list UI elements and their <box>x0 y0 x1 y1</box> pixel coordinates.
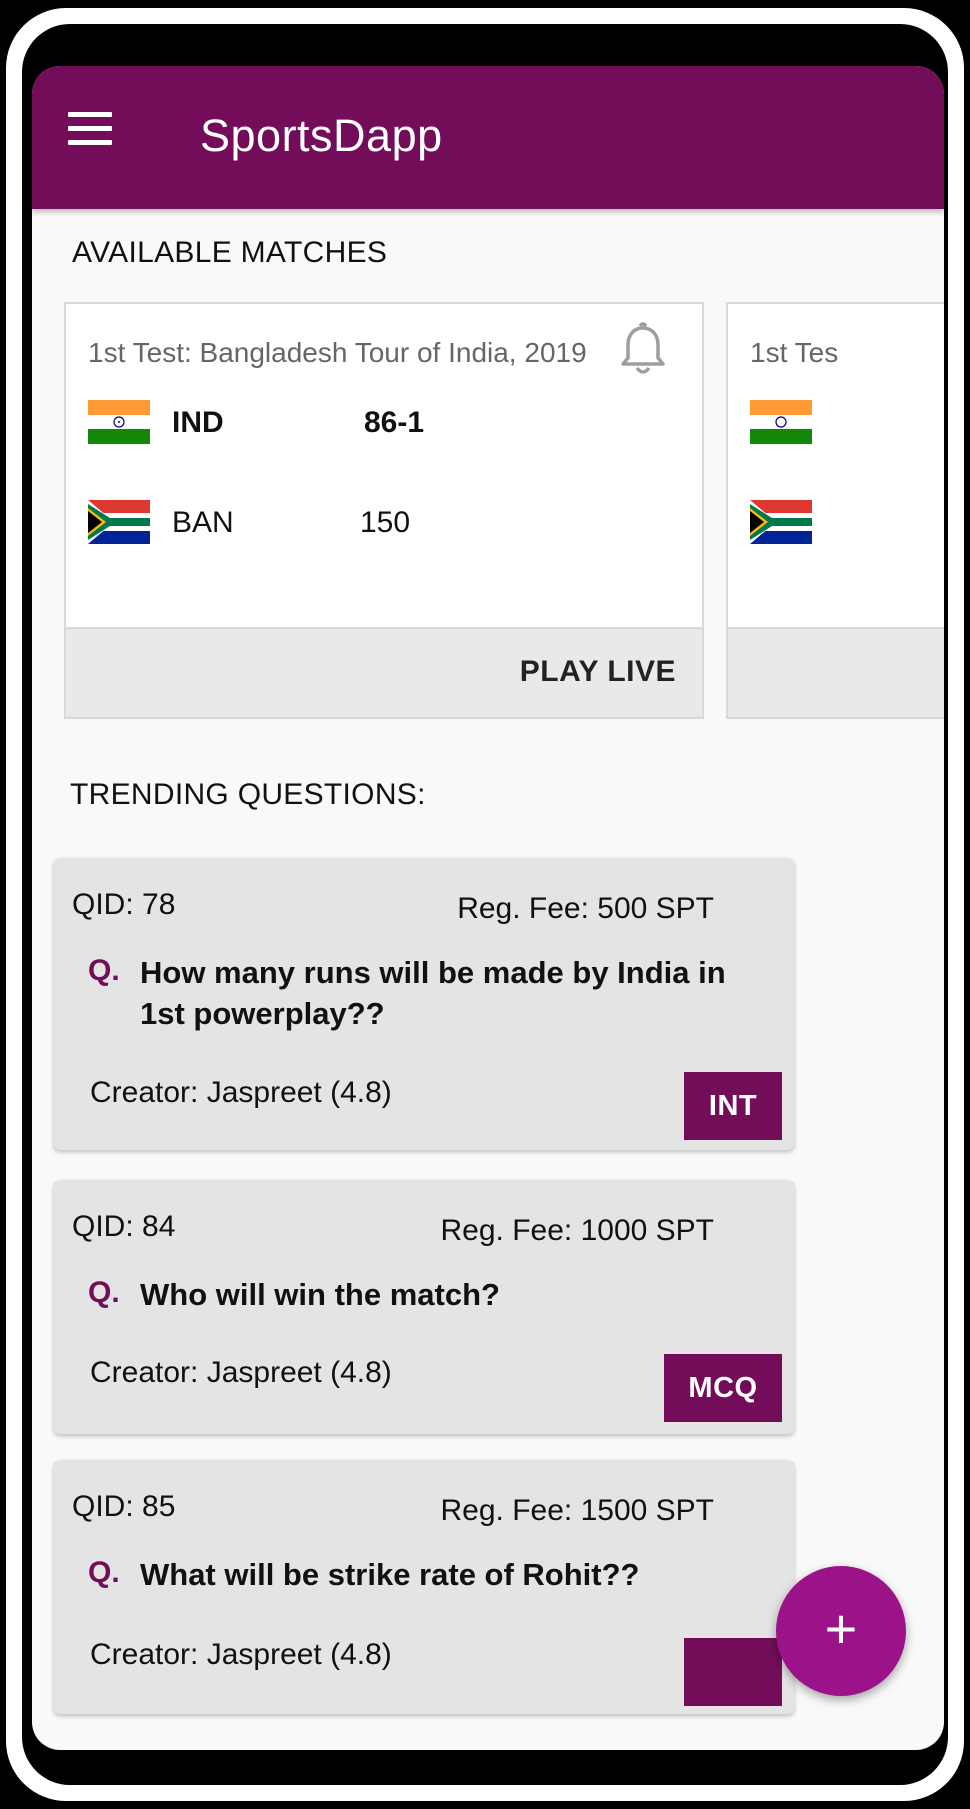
team-score: 86-1 <box>364 406 425 439</box>
india-flag-icon <box>750 400 812 444</box>
match-card[interactable]: 1st Tes <box>726 302 944 719</box>
team-score: 150 <box>360 506 411 539</box>
question-text: Who will win the match? <box>140 1277 500 1312</box>
question-id: QID: 78 <box>72 888 176 921</box>
team-row <box>750 494 944 554</box>
team-name: IND <box>172 406 224 439</box>
question-type-badge[interactable]: MCQ <box>664 1354 782 1422</box>
match-title: 1st Tes <box>750 337 839 368</box>
south-africa-flag-icon <box>750 500 812 544</box>
india-flag-icon <box>88 400 150 444</box>
hamburger-menu-icon[interactable] <box>68 112 112 146</box>
play-live-button[interactable]: PLAY LIVE <box>520 655 676 689</box>
question-card[interactable]: QID: 85 Reg. Fee: 1500 SPT Q. What will … <box>54 1460 794 1714</box>
question-type-badge[interactable] <box>684 1638 782 1706</box>
question-creator: Creator: Jaspreet (4.8) <box>90 1076 392 1109</box>
question-type-badge[interactable]: INT <box>684 1072 782 1140</box>
team-row-ban: BAN 150 <box>88 494 668 554</box>
question-prefix: Q. <box>88 1556 120 1589</box>
available-matches-heading: AVAILABLE MATCHES <box>72 236 388 269</box>
question-prefix: Q. <box>88 954 120 987</box>
question-creator: Creator: Jaspreet (4.8) <box>90 1638 392 1671</box>
menu-line <box>68 112 112 117</box>
question-id: QID: 85 <box>72 1490 176 1523</box>
question-card[interactable]: QID: 84 Reg. Fee: 1000 SPT Q. Who will w… <box>54 1180 794 1434</box>
match-title: 1st Test: Bangladesh Tour of India, 2019 <box>88 337 587 368</box>
team-row-ind: IND 86-1 <box>88 394 668 454</box>
trending-questions-heading: TRENDING QUESTIONS: <box>70 778 426 811</box>
question-prefix: Q. <box>88 1276 120 1309</box>
south-africa-flag-icon <box>88 500 150 544</box>
match-card[interactable]: 1st Test: Bangladesh Tour of India, 2019… <box>64 302 704 719</box>
add-question-fab[interactable]: + <box>776 1566 906 1696</box>
match-card-footer <box>728 627 944 717</box>
menu-line <box>68 126 112 131</box>
plus-icon: + <box>824 1597 858 1660</box>
match-card-footer: PLAY LIVE <box>66 627 702 717</box>
question-text: What will be strike rate of Rohit?? <box>140 1557 640 1592</box>
question-id: QID: 84 <box>72 1210 176 1243</box>
app-screen: SportsDapp AVAILABLE MATCHES 1st Test: B… <box>32 66 944 1750</box>
notification-bell-icon[interactable] <box>618 322 668 378</box>
team-name: BAN <box>172 506 234 539</box>
registration-fee: Reg. Fee: 1500 SPT <box>440 1494 715 1527</box>
team-row <box>750 394 944 454</box>
question-card[interactable]: QID: 78 Reg. Fee: 500 SPT Q. How many ru… <box>54 858 794 1150</box>
registration-fee: Reg. Fee: 500 SPT <box>457 892 714 925</box>
registration-fee: Reg. Fee: 1000 SPT <box>440 1214 715 1247</box>
menu-line <box>68 140 112 145</box>
question-text: How many runs will be made by India in 1… <box>140 955 726 1031</box>
app-title: SportsDapp <box>200 110 443 161</box>
app-bar: SportsDapp <box>32 66 944 209</box>
question-creator: Creator: Jaspreet (4.8) <box>90 1356 392 1389</box>
